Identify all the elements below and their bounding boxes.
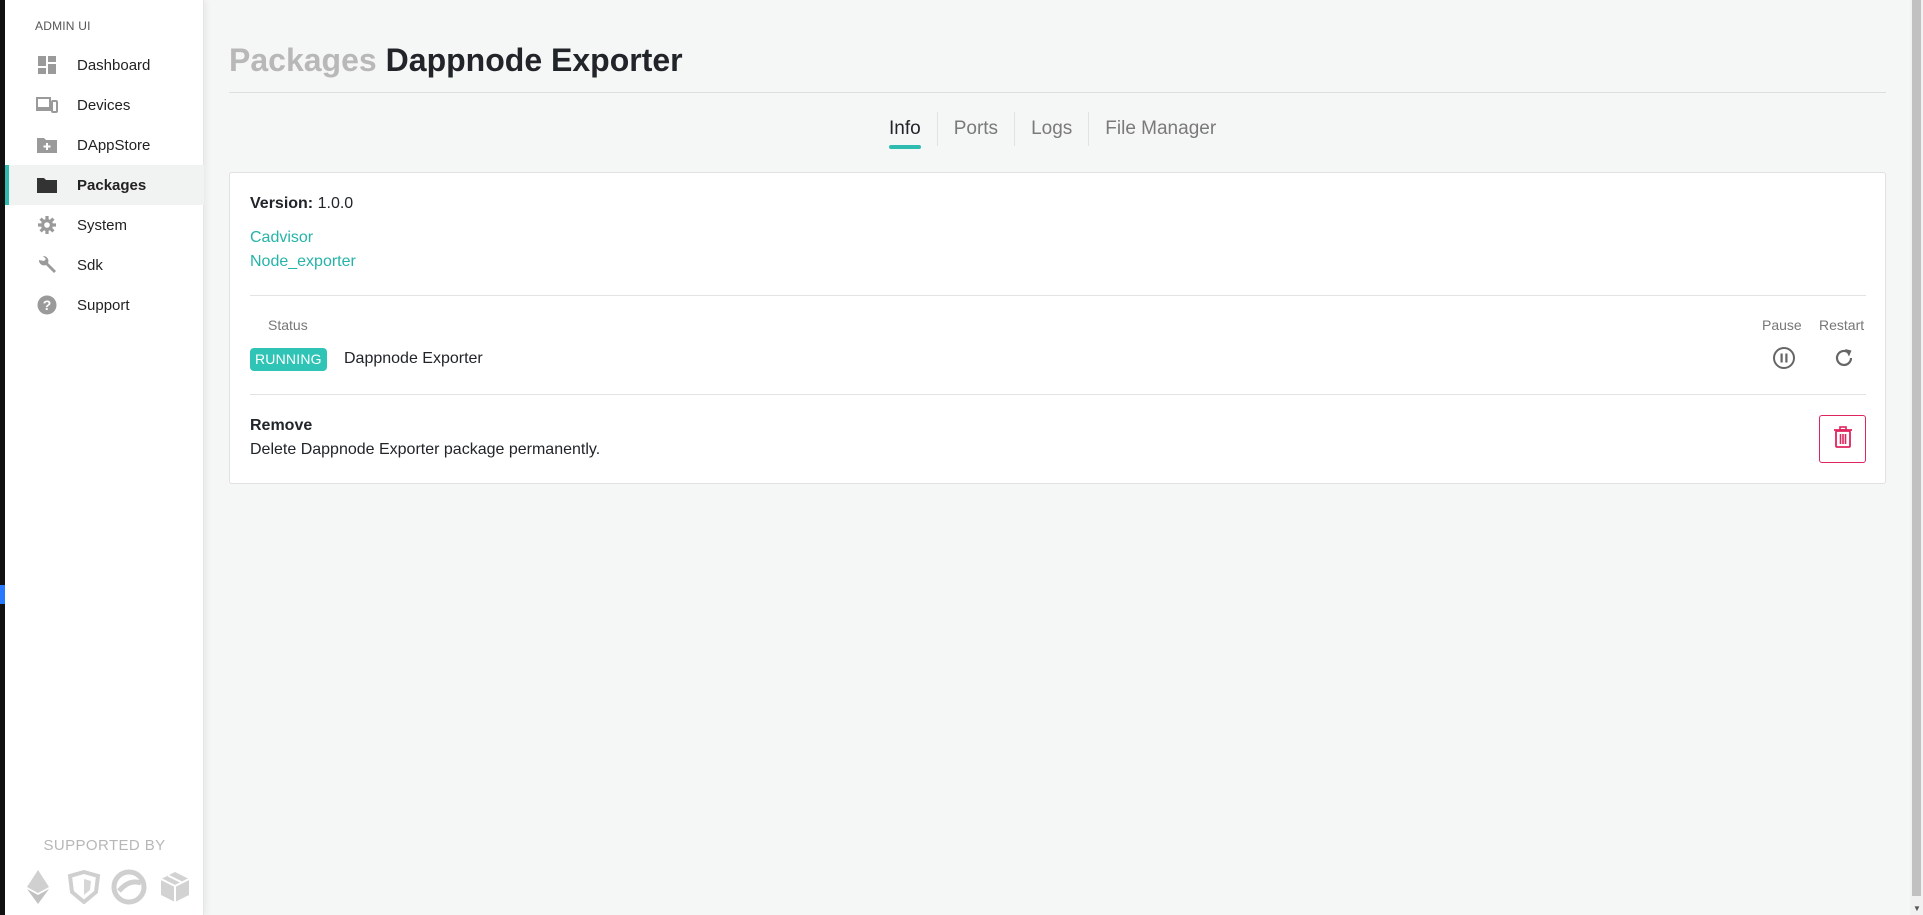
package-version: Version: 1.0.0: [250, 195, 353, 213]
sidebar: ADMIN UI Dashboard Devices DAppStore Pac…: [5, 0, 204, 915]
version-label: Version:: [250, 195, 314, 212]
devices-icon: [36, 94, 58, 116]
package-title: Dappnode Exporter: [385, 42, 683, 78]
sidebar-item-label: Packages: [77, 176, 147, 194]
sidebar-item-label: Support: [77, 296, 130, 314]
restart-button[interactable]: [1830, 346, 1858, 374]
sidebar-nav: Dashboard Devices DAppStore Packages Sys…: [5, 45, 204, 325]
sidebar-item-dashboard[interactable]: Dashboard: [5, 45, 204, 85]
shield-logo-icon[interactable]: [65, 868, 103, 906]
scrollbar-thumb[interactable]: [1912, 0, 1921, 896]
scroll-down-arrow-icon[interactable]: ▼: [1913, 904, 1921, 913]
help-icon: ?: [36, 294, 58, 316]
pause-icon: [1772, 346, 1796, 375]
page-title: Packages Dappnode Exporter: [229, 42, 683, 79]
sidebar-item-label: DAppStore: [77, 136, 151, 154]
sidebar-item-dappstore[interactable]: DAppStore: [5, 125, 204, 165]
dashboard-icon: [36, 54, 58, 76]
pause-button[interactable]: [1770, 346, 1798, 374]
tab-info[interactable]: Info: [889, 114, 921, 150]
package-tabs: Info Ports Logs File Manager: [889, 112, 1216, 150]
folder-plus-icon: [36, 134, 58, 156]
sidebar-item-sdk[interactable]: Sdk: [5, 245, 204, 285]
tab-logs[interactable]: Logs: [1031, 114, 1072, 150]
link-node-exporter[interactable]: Node_exporter: [250, 253, 356, 271]
tab-separator: [936, 112, 938, 146]
sidebar-item-label: Dashboard: [77, 56, 151, 74]
breadcrumb-packages[interactable]: Packages: [229, 42, 377, 78]
cubes-logo-icon[interactable]: [156, 868, 194, 906]
version-value: 1.0.0: [317, 195, 354, 212]
section-divider: [250, 394, 1866, 395]
sidebar-item-system[interactable]: System: [5, 205, 204, 245]
swirl-logo-icon[interactable]: [110, 868, 148, 906]
pause-header: Pause: [1762, 317, 1802, 333]
link-cadvisor[interactable]: Cadvisor: [250, 229, 313, 247]
folder-icon: [36, 174, 58, 196]
package-info-card: Version: 1.0.0 Cadvisor Node_exporter St…: [229, 172, 1886, 484]
tab-ports[interactable]: Ports: [954, 114, 998, 150]
sidebar-item-devices[interactable]: Devices: [5, 85, 204, 125]
sidebar-item-label: Sdk: [77, 256, 103, 274]
remove-package-button[interactable]: [1819, 415, 1866, 463]
remove-description: Delete Dappnode Exporter package permane…: [250, 441, 601, 458]
status-badge: RUNNING: [250, 348, 327, 371]
tab-separator: [1014, 112, 1016, 146]
main-content: Packages Dappnode Exporter Info Ports Log…: [229, 0, 1887, 915]
sidebar-item-label: Devices: [77, 96, 131, 114]
container-name: Dappnode Exporter: [344, 350, 483, 367]
remove-title: Remove: [250, 417, 313, 434]
ethereum-icon[interactable]: [19, 868, 57, 906]
sidebar-title: ADMIN UI: [35, 19, 91, 33]
refresh-icon: [1832, 346, 1856, 375]
restart-header: Restart: [1819, 317, 1865, 333]
supported-by-label: SUPPORTED BY: [43, 837, 166, 854]
section-divider: [250, 295, 1866, 296]
gear-icon: [36, 214, 58, 236]
tab-separator: [1088, 112, 1090, 146]
wrench-icon: [36, 254, 58, 276]
page-scrollbar[interactable]: ▼: [1910, 0, 1923, 915]
trash-icon: [1833, 425, 1853, 453]
sidebar-item-support[interactable]: ? Support: [5, 285, 204, 325]
sponsor-logos: [19, 868, 194, 906]
svg-text:?: ?: [43, 297, 52, 313]
status-header: Status: [268, 317, 308, 333]
sidebar-item-label: System: [77, 216, 128, 234]
tab-file-manager[interactable]: File Manager: [1105, 114, 1216, 150]
sidebar-item-packages[interactable]: Packages: [5, 165, 204, 205]
title-divider: [229, 92, 1886, 93]
